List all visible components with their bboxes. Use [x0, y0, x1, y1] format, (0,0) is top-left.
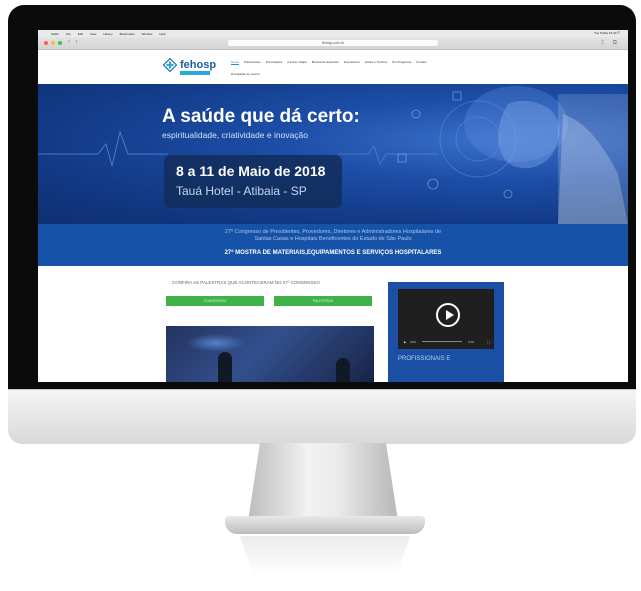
fehosp-logo[interactable]: fehosp [163, 58, 217, 75]
menu-safari[interactable]: Safari [51, 32, 59, 36]
logo-underline [180, 71, 210, 75]
main-nav: Home Palestrantes Informações A Feira / … [231, 60, 427, 65]
zoom-window-button[interactable] [58, 41, 62, 45]
menu-window[interactable]: Window [142, 32, 153, 36]
play-icon[interactable] [436, 303, 460, 327]
imac-foot [225, 516, 425, 534]
event-date: 8 a 11 de Maio de 2018 [176, 163, 326, 179]
video-time-end: 0:00 [468, 340, 474, 344]
hero-banner: A saúde que dá certo: espiritualidade, c… [38, 84, 628, 224]
speaker-figure [336, 358, 350, 382]
banner-line-2: Santas Casas e Hospitais Beneficentes do… [254, 236, 412, 242]
nav-divulgacao[interactable]: Divulgação do evento [231, 72, 260, 76]
video-player[interactable]: ▶ 0:00 0:00 ⛶ [398, 289, 494, 349]
nav-manual-expositor[interactable]: Manual do Expositor [312, 60, 339, 65]
menu-view[interactable]: View [90, 32, 96, 36]
window-controls [44, 41, 62, 45]
nav-feira-mapa[interactable]: A Feira / Mapa [287, 60, 307, 65]
video-panel: ▶ 0:00 0:00 ⛶ PROFISSIONAIS E [388, 282, 504, 382]
nav-informacoes[interactable]: Informações [266, 60, 283, 65]
congresso-button[interactable]: CONGRESSO [166, 296, 264, 306]
menu-edit[interactable]: Edit [78, 32, 83, 36]
menu-history[interactable]: History [103, 32, 112, 36]
video-play-control-icon[interactable]: ▶ [404, 340, 406, 344]
minimize-window-button[interactable] [51, 41, 55, 45]
back-forward-arrows-icon[interactable]: ‹ › [68, 39, 80, 45]
nav-palestrantes[interactable]: Palestrantes [244, 60, 261, 65]
address-bar[interactable]: fehosp.com.br [228, 40, 438, 46]
congress-photo[interactable] [166, 326, 374, 382]
hero-title: A saúde que dá certo: [162, 106, 360, 127]
share-tabs-icons[interactable]: ⇪ ⧉ [600, 39, 620, 47]
hero-subtitle: espiritualidade, criatividade e inovação [162, 130, 309, 140]
stand-reflection [240, 536, 410, 576]
confira-heading: CONFIRA AS PALESTRAS QUE ACONTECERAM NO … [172, 280, 320, 285]
menu-bookmarks[interactable]: Bookmarks [120, 32, 135, 36]
event-date-box: 8 a 11 de Maio de 2018 Tauá Hotel - Atib… [164, 155, 342, 208]
close-window-button[interactable] [44, 41, 48, 45]
video-caption: PROFISSIONAIS E [398, 356, 451, 362]
menu-help[interactable]: Help [159, 32, 165, 36]
nav-hoteis-turismo[interactable]: Hotéis e Turismo [365, 60, 388, 65]
logo-mark-icon [163, 58, 177, 72]
palestras-button[interactable]: PALESTRAS [274, 296, 372, 306]
nav-home[interactable]: Home [231, 60, 240, 65]
mac-menubar: Safari File Edit View History Bookmarks … [38, 30, 628, 37]
nav-pre-programa[interactable]: Pré-Programa [392, 60, 411, 65]
event-venue: Tauá Hotel - Atibaia - SP [176, 184, 307, 198]
imac-stand [248, 443, 398, 521]
video-fullscreen-icon[interactable]: ⛶ [487, 340, 490, 345]
content-section: CONFIRA AS PALESTRAS QUE ACONTECERAM NO … [38, 266, 628, 382]
video-progress-bar[interactable] [422, 341, 462, 342]
screen: Safari File Edit View History Bookmarks … [38, 30, 628, 382]
menubar-status: Tue 8 May 15:40 ☰ [594, 31, 620, 35]
site-header: fehosp Home Palestrantes Informações A F… [38, 50, 628, 84]
congress-banner: 27º Congresso de Presidentes, Provedores… [38, 224, 628, 266]
video-time-start: 0:00 [410, 340, 416, 344]
nav-contato[interactable]: Contato [416, 60, 427, 65]
nav-expositores[interactable]: Expositores [344, 60, 360, 65]
imac-chin [8, 389, 636, 444]
browser-toolbar: ‹ › fehosp.com.br ⇪ ⧉ [38, 37, 628, 50]
speaker-figure [218, 352, 232, 382]
menu-file[interactable]: File [66, 32, 71, 36]
stage-light [186, 334, 246, 352]
logo-text: fehosp [180, 59, 217, 71]
banner-line-3: 27ª MOSTRA DE MATERIAIS,EQUIPAMENTOS E S… [224, 250, 442, 256]
banner-line-1: 27º Congresso de Presidentes, Provedores… [224, 229, 442, 235]
